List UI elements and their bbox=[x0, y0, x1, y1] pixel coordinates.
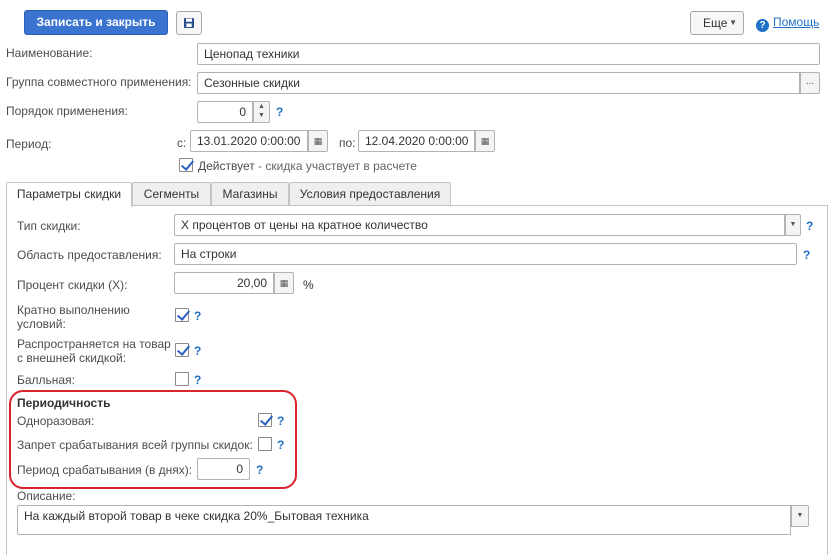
period-from-label: с: bbox=[177, 136, 187, 150]
tab-discount-params[interactable]: Параметры скидки bbox=[6, 182, 132, 207]
points-label: Балльная: bbox=[17, 373, 75, 387]
stepper-down-icon[interactable]: ▼ bbox=[254, 111, 269, 120]
one-time-checkbox[interactable] bbox=[258, 413, 272, 427]
description-dropdown-button[interactable]: ▼ bbox=[791, 505, 809, 527]
caret-down-icon: ▼ bbox=[789, 221, 797, 228]
discount-type-dropdown-button[interactable]: ▼ bbox=[785, 214, 801, 236]
percent-label: Процент скидки (Х): bbox=[17, 278, 128, 292]
order-help-icon[interactable]: ? bbox=[276, 105, 283, 119]
active-hint: - скидка участвует в расчете bbox=[258, 159, 417, 173]
discount-type-select[interactable]: Х процентов от цены на кратное количеств… bbox=[174, 214, 785, 236]
scope-input[interactable]: На строки bbox=[174, 243, 797, 265]
tab-conditions[interactable]: Условия предоставления bbox=[289, 182, 451, 206]
points-help-icon[interactable]: ? bbox=[194, 373, 201, 387]
period-from-input[interactable]: 13.01.2020 0:00:00 bbox=[190, 130, 308, 152]
more-label: Еще bbox=[703, 16, 728, 30]
caret-down-icon: ▼ bbox=[729, 18, 737, 27]
scope-label: Область предоставления: bbox=[17, 248, 162, 262]
period-label: Период: bbox=[6, 137, 52, 151]
one-time-help-icon[interactable]: ? bbox=[277, 414, 284, 428]
period-to-calendar-button[interactable]: ▦ bbox=[475, 130, 495, 152]
percent-unit: % bbox=[303, 278, 314, 292]
external-label-line1: Распространяется на товар bbox=[17, 337, 171, 351]
multiple-label-line1: Кратно выполнению bbox=[17, 303, 130, 317]
caret-down-icon: ▼ bbox=[796, 512, 804, 519]
period-to-label: по: bbox=[339, 136, 356, 150]
calculator-icon: ▦ bbox=[279, 278, 289, 288]
multiple-label-line2: условий: bbox=[17, 317, 66, 331]
active-label-text: Действует bbox=[198, 159, 255, 173]
active-label: Действует - скидка участвует в расчете bbox=[198, 159, 417, 173]
order-input[interactable]: 0 bbox=[197, 101, 253, 123]
period-days-help-icon[interactable]: ? bbox=[256, 463, 263, 477]
name-input[interactable]: Ценопад техники bbox=[197, 43, 820, 65]
tab-segments[interactable]: Сегменты bbox=[132, 182, 211, 206]
discount-type-help-icon[interactable]: ? bbox=[806, 219, 813, 233]
help-link-label: Помощь bbox=[773, 15, 820, 29]
percent-input[interactable]: 20,00 bbox=[174, 272, 274, 294]
calendar-icon: ▦ bbox=[313, 136, 323, 146]
discount-type-label: Тип скидки: bbox=[17, 219, 81, 233]
ban-group-label: Запрет срабатывания всей группы скидок: bbox=[17, 438, 253, 452]
period-to-input[interactable]: 12.04.2020 0:00:00 bbox=[358, 130, 475, 152]
period-days-label: Период срабатывания (в днях): bbox=[17, 463, 193, 477]
external-label: Распространяется на товар с внешней скид… bbox=[17, 337, 171, 365]
external-checkbox[interactable] bbox=[175, 343, 189, 357]
group-select-button[interactable]: ... bbox=[800, 72, 820, 94]
ban-group-help-icon[interactable]: ? bbox=[277, 438, 284, 452]
more-menu-button[interactable]: Еще ▼ bbox=[690, 11, 744, 35]
stepper-up-icon[interactable]: ▲ bbox=[254, 102, 269, 111]
period-days-input[interactable]: 0 bbox=[197, 458, 250, 480]
one-time-label: Одноразовая: bbox=[17, 414, 95, 428]
order-stepper[interactable]: ▲ ▼ bbox=[253, 101, 270, 123]
tab-stores[interactable]: Магазины bbox=[211, 182, 289, 206]
percent-calculator-button[interactable]: ▦ bbox=[274, 272, 294, 294]
periodicity-title: Периодичность bbox=[17, 396, 111, 410]
save-and-close-button[interactable]: Записать и закрыть bbox=[24, 10, 168, 35]
active-checkbox[interactable] bbox=[179, 158, 193, 172]
multiple-help-icon[interactable]: ? bbox=[194, 309, 201, 323]
group-input[interactable]: Сезонные скидки bbox=[197, 72, 800, 94]
multiple-checkbox[interactable] bbox=[175, 308, 189, 322]
period-from-calendar-button[interactable]: ▦ bbox=[308, 130, 328, 152]
floppy-disk-icon bbox=[184, 18, 194, 28]
help-link[interactable]: ? Помощь bbox=[756, 15, 819, 32]
name-label: Наименование: bbox=[6, 46, 93, 60]
scope-help-icon[interactable]: ? bbox=[803, 248, 810, 262]
multiple-label: Кратно выполнению условий: bbox=[17, 303, 130, 331]
save-button[interactable] bbox=[176, 11, 202, 35]
external-help-icon[interactable]: ? bbox=[194, 344, 201, 358]
group-label: Группа совместного применения: bbox=[6, 75, 192, 89]
order-label: Порядок применения: bbox=[6, 104, 128, 118]
calendar-icon: ▦ bbox=[480, 136, 490, 146]
points-checkbox[interactable] bbox=[175, 372, 189, 386]
external-label-line2: с внешней скидкой: bbox=[17, 351, 127, 365]
description-label: Описание: bbox=[17, 489, 76, 503]
help-circle-icon: ? bbox=[756, 19, 769, 32]
ban-group-checkbox[interactable] bbox=[258, 437, 272, 451]
description-input[interactable]: На каждый второй товар в чеке скидка 20%… bbox=[17, 505, 791, 535]
